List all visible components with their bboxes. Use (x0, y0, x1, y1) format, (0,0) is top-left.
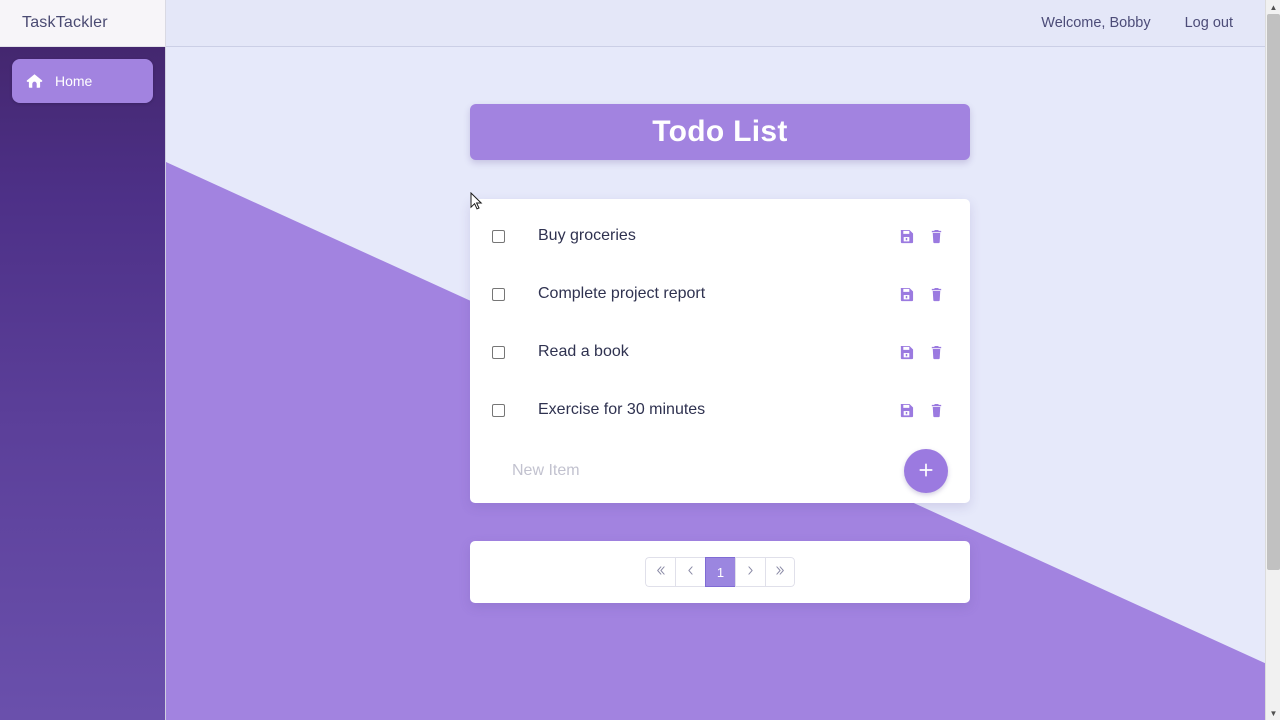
todo-checkbox[interactable] (492, 345, 505, 359)
home-icon (26, 73, 43, 89)
mouse-cursor (470, 192, 483, 210)
pagination-prev-button[interactable] (675, 557, 705, 587)
chevron-right-icon (744, 564, 757, 580)
welcome-message: Welcome, Bobby (1041, 15, 1151, 31)
main-content: Todo List Buy groceries Complete project … (166, 47, 1280, 720)
scroll-up-arrow-icon[interactable]: ▲ (1266, 0, 1280, 14)
todo-checkbox[interactable] (492, 403, 505, 417)
pagination-last-button[interactable] (765, 557, 795, 587)
page-title: Todo List (652, 115, 788, 148)
todo-checkbox[interactable] (492, 229, 505, 243)
top-navbar: Welcome, Bobby Log out (166, 0, 1280, 47)
sidebar: Home (0, 47, 166, 720)
todo-row-actions (899, 287, 944, 302)
trash-icon[interactable] (929, 287, 944, 302)
todo-checkbox[interactable] (492, 287, 505, 301)
add-item-button[interactable] (904, 449, 948, 493)
page-title-card: Todo List (470, 104, 970, 160)
save-icon[interactable] (899, 229, 914, 244)
todo-row: Exercise for 30 minutes (470, 381, 970, 439)
todo-row-actions (899, 229, 944, 244)
todo-row-actions (899, 403, 944, 418)
todo-row: Complete project report (470, 265, 970, 323)
new-item-row (470, 439, 970, 503)
trash-icon[interactable] (929, 403, 944, 418)
pagination-card: 1 (470, 541, 970, 603)
todo-row-actions (899, 345, 944, 360)
pagination-first-button[interactable] (645, 557, 675, 587)
todo-text: Read a book (538, 343, 629, 360)
todo-list: Buy groceries Complete project report Read… (470, 207, 970, 439)
sidebar-brand: TaskTackler (0, 0, 166, 47)
trash-icon[interactable] (929, 345, 944, 360)
pagination: 1 (645, 557, 795, 587)
todo-list-card: Buy groceries Complete project report Read… (470, 199, 970, 503)
save-icon[interactable] (899, 287, 914, 302)
pagination-page-1[interactable]: 1 (705, 557, 735, 587)
new-item-input[interactable] (512, 462, 904, 480)
app-title: TaskTackler (22, 14, 108, 31)
save-icon[interactable] (899, 403, 914, 418)
todo-row: Buy groceries (470, 207, 970, 265)
logout-link[interactable]: Log out (1185, 15, 1233, 31)
todo-text: Buy groceries (538, 227, 636, 244)
page-scrollbar[interactable]: ▲ ▼ (1265, 0, 1280, 720)
chevron-left-icon (684, 564, 697, 580)
sidebar-item-home[interactable]: Home (12, 59, 153, 103)
todo-text: Exercise for 30 minutes (538, 401, 706, 418)
trash-icon[interactable] (929, 229, 944, 244)
plus-icon (918, 462, 934, 481)
double-chevron-left-icon (654, 564, 667, 580)
todo-row: Read a book (470, 323, 970, 381)
pagination-next-button[interactable] (735, 557, 765, 587)
todo-text: Complete project report (538, 285, 706, 302)
scroll-down-arrow-icon[interactable]: ▼ (1266, 706, 1280, 720)
save-icon[interactable] (899, 345, 914, 360)
scrollbar-thumb[interactable] (1267, 14, 1280, 570)
sidebar-item-label: Home (55, 73, 93, 89)
double-chevron-right-icon (774, 564, 787, 580)
